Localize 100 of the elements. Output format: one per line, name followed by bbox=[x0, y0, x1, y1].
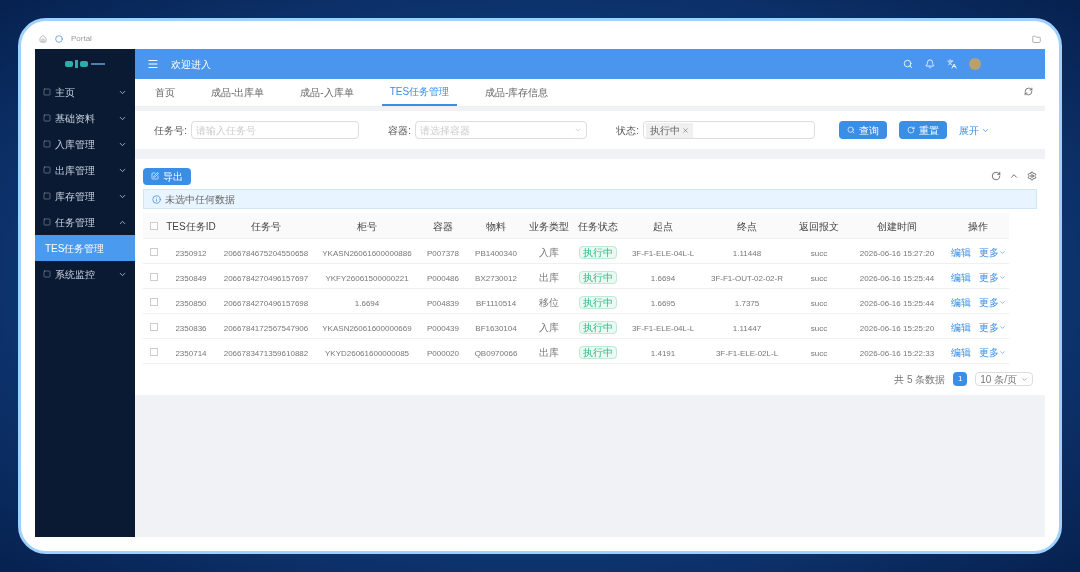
table-cell: 2350849 bbox=[175, 273, 207, 283]
column-header: 创建时间 bbox=[877, 221, 917, 233]
table-cell: 2066784675204550658 bbox=[223, 248, 309, 258]
sidebar-item[interactable]: 入库管理 bbox=[35, 131, 135, 157]
table-cell: 1.11447 bbox=[732, 323, 762, 333]
more-link[interactable]: 更多 bbox=[978, 244, 1006, 260]
header-title: 欢迎进入 bbox=[171, 57, 212, 72]
edit-link[interactable]: 编辑 bbox=[950, 269, 971, 285]
table-cell: succ bbox=[810, 348, 828, 358]
checkbox[interactable] bbox=[150, 247, 158, 256]
avatar[interactable] bbox=[969, 58, 981, 70]
more-link[interactable]: 更多 bbox=[978, 344, 1006, 360]
table-cell: 1.4191 bbox=[650, 348, 676, 358]
table-cell: 2066784172567547906 bbox=[223, 323, 309, 333]
table-cell: 2066784270496157698 bbox=[223, 298, 309, 308]
export-button[interactable]: 导出 bbox=[143, 167, 191, 185]
status-tag: 执行中 bbox=[579, 295, 617, 309]
reset-button[interactable]: 重置 bbox=[899, 121, 947, 139]
status-select[interactable]: 执行中 bbox=[643, 121, 815, 139]
expand-link[interactable]: 展开 bbox=[959, 122, 990, 138]
column-header: 任务号 bbox=[251, 221, 281, 233]
table-cell: YKASN26061600000886 bbox=[322, 248, 412, 258]
page-tab[interactable]: 成品-入库单 bbox=[292, 79, 362, 106]
table-cell: 3F-F1-ELE-04L-L bbox=[631, 248, 695, 258]
reload-icon[interactable] bbox=[991, 171, 1001, 181]
table-cell: succ bbox=[810, 298, 828, 308]
folder-icon[interactable] bbox=[1032, 34, 1041, 44]
table-cell: P000486 bbox=[427, 273, 459, 283]
table-cell: 3F-F1-ELE-04L-L bbox=[631, 323, 695, 333]
table-cell: 入库 bbox=[539, 246, 559, 258]
sidebar-item[interactable]: 任务管理 bbox=[35, 209, 135, 235]
search-icon[interactable] bbox=[903, 59, 913, 69]
table-cell: 2026-06-16 15:25:44 bbox=[859, 298, 935, 308]
table-cell: P000439 bbox=[427, 323, 459, 333]
search-button[interactable]: 查询 bbox=[839, 121, 887, 139]
table-cell: 出库 bbox=[539, 346, 559, 358]
table-cell: QB0970066 bbox=[474, 348, 518, 358]
table-cell: P007378 bbox=[427, 248, 459, 258]
page-tab[interactable]: TES任务管理 bbox=[381, 79, 458, 106]
sidebar-item[interactable]: 基础资料 bbox=[35, 105, 135, 131]
column-header: 物料 bbox=[486, 221, 506, 233]
edit-link[interactable]: 编辑 bbox=[950, 244, 971, 260]
sidebar-item[interactable]: 出库管理 bbox=[35, 157, 135, 183]
table-cell: succ bbox=[810, 248, 828, 258]
export-icon bbox=[151, 172, 159, 180]
home-icon[interactable] bbox=[39, 35, 47, 43]
checkbox[interactable] bbox=[150, 297, 158, 306]
table-cell: YKFY26061500000221 bbox=[325, 273, 409, 283]
checkbox[interactable] bbox=[150, 222, 158, 231]
page-tab[interactable]: 成品-库存信息 bbox=[477, 79, 557, 106]
page-tab[interactable]: 成品-出库单 bbox=[203, 79, 273, 106]
table-cell: PB1400340 bbox=[475, 248, 517, 258]
chevron-down-icon bbox=[998, 348, 1006, 356]
column-header: TES任务ID bbox=[166, 221, 216, 233]
status-tag: 执行中 bbox=[579, 245, 617, 259]
table-cell: 2026-06-16 15:25:20 bbox=[859, 323, 935, 333]
status-tag: 执行中 bbox=[579, 320, 617, 334]
table-cell: 2026-06-16 15:27:20 bbox=[859, 248, 935, 258]
checkbox[interactable] bbox=[150, 347, 158, 356]
table-cell: 移位 bbox=[539, 296, 559, 308]
table-cell: 2350850 bbox=[175, 298, 207, 308]
sidebar-item[interactable]: 库存管理 bbox=[35, 183, 135, 209]
status-tag: 执行中 bbox=[579, 345, 617, 359]
table-cell: P004839 bbox=[427, 298, 459, 308]
table-cell: 1.7375 bbox=[734, 298, 760, 308]
site-icon bbox=[55, 35, 63, 43]
column-header: 任务状态 bbox=[578, 221, 618, 233]
chevron-down-icon bbox=[998, 298, 1006, 306]
table-cell: 3F-F1-OUT-02-02-R bbox=[711, 273, 783, 283]
browser-tab[interactable]: Portal bbox=[71, 33, 92, 45]
column-header: 返回报文 bbox=[799, 221, 839, 233]
close-icon[interactable] bbox=[682, 126, 689, 134]
column-header: 业务类型 bbox=[529, 221, 569, 233]
table-cell: 出库 bbox=[539, 271, 559, 283]
checkbox[interactable] bbox=[150, 272, 158, 281]
filter-label: 状态: bbox=[615, 123, 639, 138]
bell-icon[interactable] bbox=[925, 59, 935, 69]
edit-link[interactable]: 编辑 bbox=[950, 294, 971, 310]
more-link[interactable]: 更多 bbox=[978, 294, 1006, 310]
more-link[interactable]: 更多 bbox=[978, 319, 1006, 335]
edit-link[interactable]: 编辑 bbox=[950, 319, 971, 335]
chevron-down-icon bbox=[574, 126, 582, 134]
edit-link[interactable]: 编辑 bbox=[950, 344, 971, 360]
alert-text: 未选中任何数据 bbox=[165, 192, 235, 207]
status-tag[interactable]: 执行中 bbox=[646, 122, 693, 138]
translate-icon[interactable] bbox=[947, 59, 957, 69]
filter-label: 容器: bbox=[387, 123, 411, 138]
more-link[interactable]: 更多 bbox=[978, 269, 1006, 285]
sidebar-item[interactable]: 系统监控 bbox=[35, 261, 135, 287]
reload-icon bbox=[907, 126, 915, 134]
table-cell: 1.6695 bbox=[650, 298, 676, 308]
page-button[interactable]: 1 bbox=[953, 372, 968, 386]
sidebar-item[interactable]: 主页 bbox=[35, 79, 135, 105]
settings-icon[interactable] bbox=[1027, 171, 1037, 181]
page-size-select[interactable]: 10 条/页 bbox=[975, 372, 1033, 386]
refresh-icon[interactable] bbox=[1024, 87, 1033, 96]
page-tab[interactable]: 首页 bbox=[147, 79, 183, 106]
sidebar-subitem[interactable]: TES任务管理 bbox=[35, 235, 135, 261]
table-cell: 2066784270496157697 bbox=[223, 273, 309, 283]
checkbox[interactable] bbox=[150, 322, 158, 331]
